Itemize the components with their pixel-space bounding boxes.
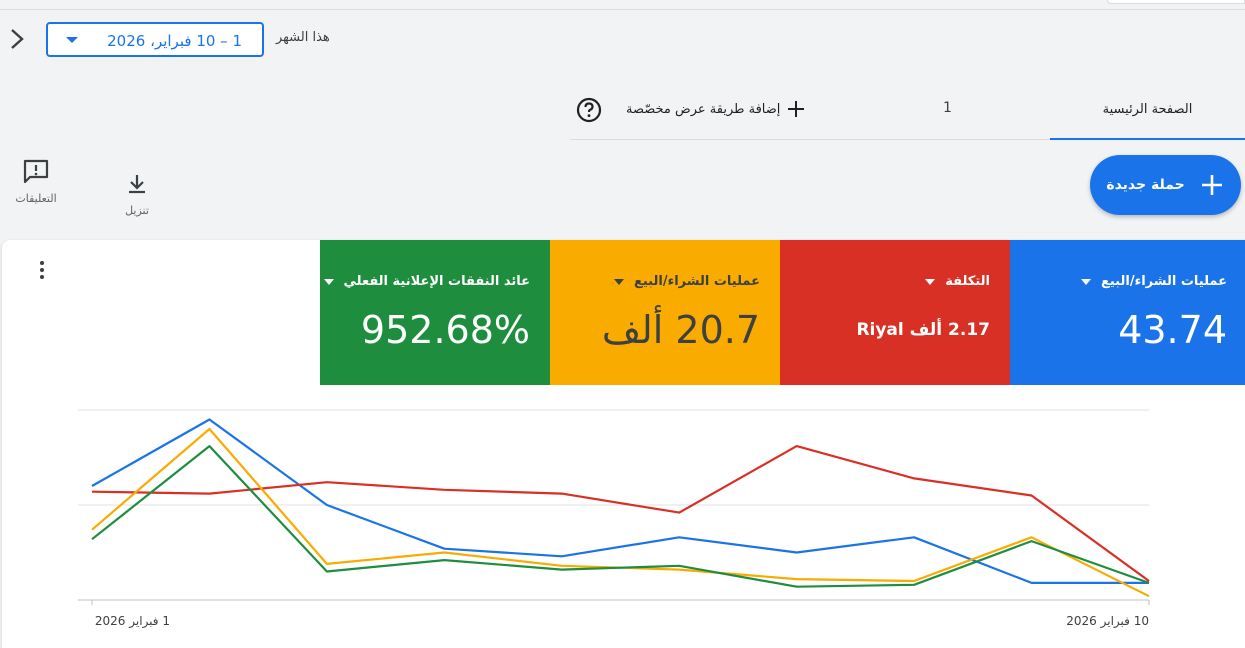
series-line-2[interactable] [91, 445, 1150, 582]
download-label: تنزيل [125, 204, 149, 217]
search-box-edge [1107, 0, 1245, 4]
feedback-label: التعليقات [15, 192, 57, 205]
tab-home-label: الصفحة الرئيسية [1102, 101, 1193, 117]
date-range-text: 1 – 10 فبراير، 2026 [107, 32, 242, 50]
series-line-3[interactable] [91, 427, 1150, 598]
top-bar [0, 0, 1245, 10]
add-custom-view-button[interactable]: إضافة طريقة عرض مخصّصة [626, 96, 836, 122]
download-button[interactable]: تنزيل [102, 172, 172, 217]
performance-card: عمليات الشراء/البيع 43.74 التكلفة 2.17 أ… [2, 240, 1245, 648]
dropdown-arrow-icon [66, 37, 78, 43]
series-line-4[interactable] [91, 445, 1150, 588]
tab-count[interactable]: 1 [943, 100, 952, 116]
plus-icon [788, 101, 805, 117]
download-icon [129, 175, 145, 194]
chevron-right-icon[interactable] [8, 28, 26, 50]
series-line-1[interactable] [91, 418, 1149, 584]
x-axis-start-label: 1 فبراير 2026 [95, 614, 170, 629]
x-axis-end-label: 10 فبراير 2026 [1066, 614, 1149, 629]
new-campaign-button[interactable]: حملة جديدة [1090, 155, 1241, 215]
tab-home[interactable]: الصفحة الرئيسية [1050, 80, 1245, 140]
feedback-icon [23, 159, 49, 184]
add-custom-view-label: إضافة طريقة عرض مخصّصة [626, 101, 781, 117]
new-campaign-label: حملة جديدة [1106, 177, 1185, 193]
help-icon[interactable] [576, 97, 602, 123]
view-tabs: الصفحة الرئيسية 1 إضافة طريقة عرض مخصّصة [570, 80, 1245, 140]
feedback-button[interactable]: التعليقات [1, 158, 71, 205]
performance-line-chart: 1 فبراير 2026 10 فبراير 2026 [78, 409, 1150, 629]
range-label: هذا الشهر [276, 30, 330, 45]
plus-icon [1201, 175, 1222, 195]
date-range-picker[interactable]: 1 – 10 فبراير، 2026 [46, 22, 264, 57]
